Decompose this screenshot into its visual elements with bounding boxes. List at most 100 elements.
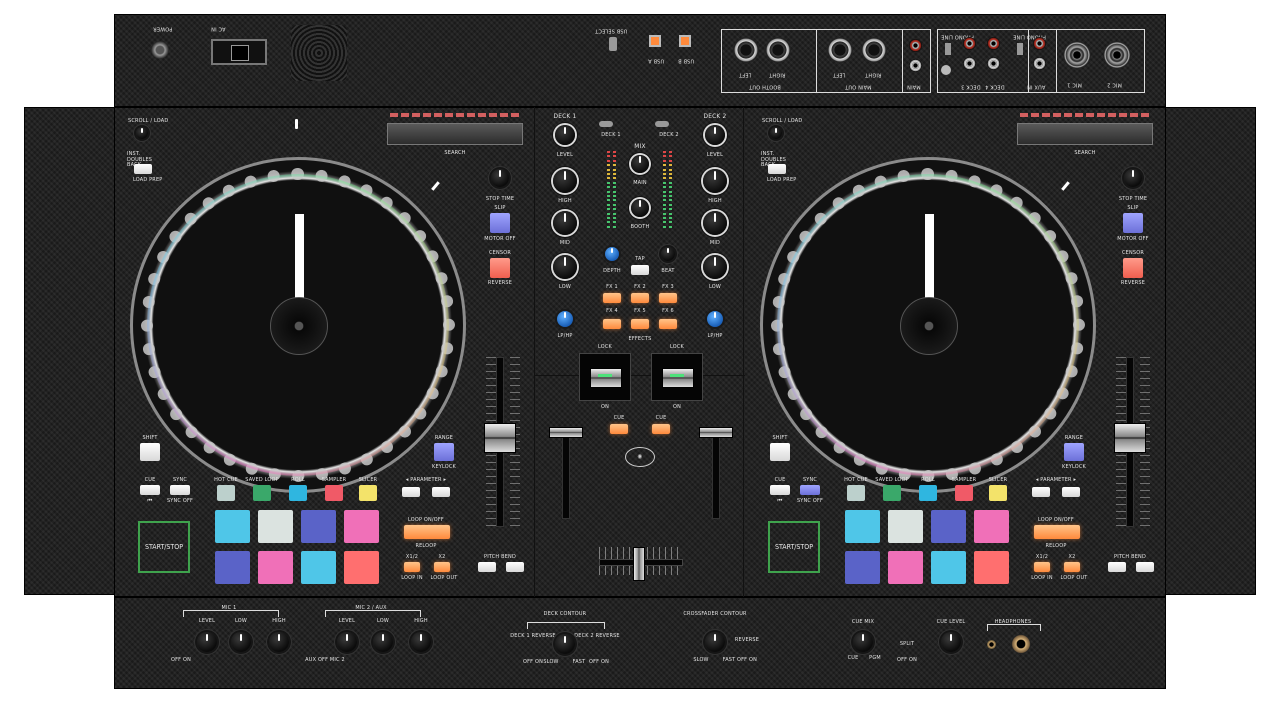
- deck1-input-switch[interactable]: [599, 121, 613, 127]
- fx6-button[interactable]: [659, 319, 677, 329]
- mic1-low-knob[interactable]: [231, 632, 251, 652]
- jog-platter-r[interactable]: [760, 157, 1096, 493]
- fx1-button[interactable]: [603, 293, 621, 303]
- mic2-combo-jack[interactable]: [1103, 41, 1131, 69]
- back-button[interactable]: [134, 164, 152, 174]
- start-stop-button-r[interactable]: START/STOP: [768, 521, 820, 573]
- pitch-bend-up-button[interactable]: [506, 562, 524, 572]
- deck2-mid-knob[interactable]: [703, 211, 727, 235]
- deck1-mid-knob[interactable]: [553, 211, 577, 235]
- parameter-left-button[interactable]: [402, 487, 420, 497]
- sync-button-r[interactable]: [800, 485, 820, 495]
- deck1-high-knob[interactable]: [553, 169, 577, 193]
- loop-double-button[interactable]: [434, 562, 450, 572]
- deck1-cue-button[interactable]: [610, 424, 628, 434]
- browse-knob[interactable]: [136, 127, 148, 139]
- deck3-phono-line-switch[interactable]: [945, 43, 951, 55]
- deck2-filter-knob[interactable]: [707, 311, 723, 327]
- headphones-mini-jack[interactable]: [987, 640, 996, 649]
- performance-pad-2[interactable]: [258, 510, 293, 543]
- aux-rca-right[interactable]: [1033, 37, 1046, 50]
- cue-button-r[interactable]: [770, 485, 790, 495]
- fx3-button[interactable]: [659, 293, 677, 303]
- mic2-high-knob[interactable]: [411, 632, 431, 652]
- usb-b-port[interactable]: [679, 35, 691, 47]
- back-button-r[interactable]: [768, 164, 786, 174]
- deck4-phono-line-switch[interactable]: [1017, 43, 1023, 55]
- performance-pad-7-r[interactable]: [931, 551, 966, 584]
- mode-hot-cue-button[interactable]: [217, 485, 235, 501]
- performance-pad-8[interactable]: [344, 551, 379, 584]
- deck4-rca-right[interactable]: [987, 37, 1000, 50]
- performance-pad-1-r[interactable]: [845, 510, 880, 543]
- mic2-low-knob[interactable]: [373, 632, 393, 652]
- mode-roll-button-r[interactable]: [919, 485, 937, 501]
- performance-pad-5[interactable]: [215, 551, 250, 584]
- loop-half-button[interactable]: [404, 562, 420, 572]
- deck2-low-knob[interactable]: [703, 255, 727, 279]
- search-strip[interactable]: [387, 123, 523, 145]
- main-rca-left[interactable]: [909, 59, 922, 72]
- crossfader-contour-knob[interactable]: [705, 632, 725, 652]
- mode-sampler-button[interactable]: [325, 485, 343, 501]
- tap-button[interactable]: [631, 265, 649, 275]
- usb-select-switch[interactable]: [609, 37, 617, 51]
- deck2-input-switch[interactable]: [655, 121, 669, 127]
- pitch-bend-down-button-r[interactable]: [1108, 562, 1126, 572]
- performance-pad-6[interactable]: [258, 551, 293, 584]
- pitch-fader-r[interactable]: [1114, 423, 1146, 453]
- mode-slicer-button-r[interactable]: [989, 485, 1007, 501]
- performance-pad-5-r[interactable]: [845, 551, 880, 584]
- parameter-left-button-r[interactable]: [1032, 487, 1050, 497]
- main-out-left-xlr[interactable]: [827, 37, 853, 63]
- fx5-button[interactable]: [631, 319, 649, 329]
- mode-saved-loop-button[interactable]: [253, 485, 271, 501]
- loop-double-button-r[interactable]: [1064, 562, 1080, 572]
- cue-mix-knob[interactable]: [853, 632, 873, 652]
- deck2-cue-button[interactable]: [652, 424, 670, 434]
- pitch-bend-down-button[interactable]: [478, 562, 496, 572]
- parameter-right-button[interactable]: [432, 487, 450, 497]
- deck1-channel-fader[interactable]: [549, 427, 583, 438]
- power-switch[interactable]: [151, 41, 169, 59]
- fx4-button[interactable]: [603, 319, 621, 329]
- loop-on-off-button-r[interactable]: [1034, 525, 1080, 539]
- search-strip-r[interactable]: [1017, 123, 1153, 145]
- beat-knob[interactable]: [661, 247, 675, 261]
- fx-depth-knob[interactable]: [605, 247, 619, 261]
- mode-hot-cue-button-r[interactable]: [847, 485, 865, 501]
- ac-power-socket[interactable]: [211, 39, 267, 65]
- fx2-button[interactable]: [631, 293, 649, 303]
- pitch-bend-up-button-r[interactable]: [1136, 562, 1154, 572]
- deck1-filter-knob[interactable]: [557, 311, 573, 327]
- stop-time-knob-r[interactable]: [1124, 169, 1142, 187]
- performance-pad-3[interactable]: [301, 510, 336, 543]
- slip-button[interactable]: [490, 213, 510, 233]
- cue-level-knob[interactable]: [941, 632, 961, 652]
- performance-pad-2-r[interactable]: [888, 510, 923, 543]
- deck2-fader-lock[interactable]: [651, 353, 703, 401]
- headphones-jack[interactable]: [1011, 634, 1031, 654]
- mic1-combo-jack[interactable]: [1063, 41, 1091, 69]
- deck3-rca-left[interactable]: [963, 57, 976, 70]
- main-level-knob[interactable]: [631, 155, 649, 173]
- deck2-level-knob[interactable]: [705, 125, 725, 145]
- pitch-fader[interactable]: [484, 423, 516, 453]
- start-stop-button[interactable]: START/STOP: [138, 521, 190, 573]
- performance-pad-8-r[interactable]: [974, 551, 1009, 584]
- performance-pad-7[interactable]: [301, 551, 336, 584]
- booth-out-left-xlr[interactable]: [733, 37, 759, 63]
- mode-roll-button[interactable]: [289, 485, 307, 501]
- booth-level-knob[interactable]: [631, 199, 649, 217]
- cue-button[interactable]: [140, 485, 160, 495]
- slip-button-r[interactable]: [1123, 213, 1143, 233]
- main-out-right-xlr[interactable]: [861, 37, 887, 63]
- mic2-level-knob[interactable]: [337, 632, 357, 652]
- deck3-rca-right[interactable]: [963, 37, 976, 50]
- crossfader[interactable]: [633, 547, 645, 581]
- mode-sampler-button-r[interactable]: [955, 485, 973, 501]
- mic1-high-knob[interactable]: [269, 632, 289, 652]
- performance-pad-4-r[interactable]: [974, 510, 1009, 543]
- mode-saved-loop-button-r[interactable]: [883, 485, 901, 501]
- ground-terminal[interactable]: [941, 65, 951, 75]
